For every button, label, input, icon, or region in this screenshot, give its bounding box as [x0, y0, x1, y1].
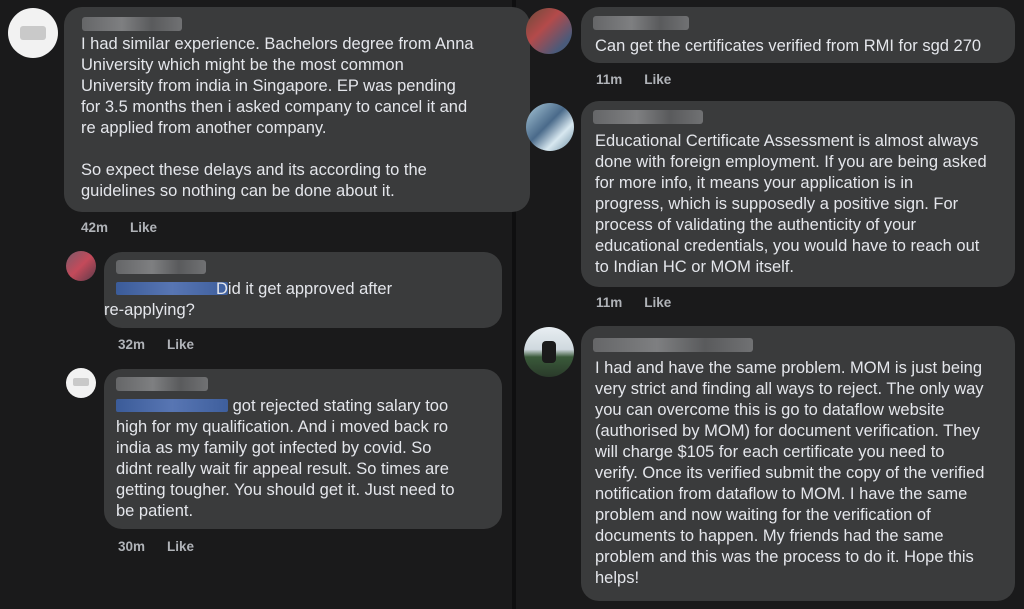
like-button[interactable]: Like [167, 539, 194, 554]
comment-time[interactable]: 30m [118, 539, 145, 554]
avatar[interactable] [524, 327, 574, 377]
comment-bubble: I had and have the same problem. MOM is … [581, 326, 1015, 601]
commenter-name-redacted[interactable] [593, 110, 703, 124]
commenter-name-redacted[interactable] [116, 260, 206, 274]
like-button[interactable]: Like [644, 295, 671, 310]
comment-actions: 32m Like [118, 337, 194, 352]
avatar[interactable] [66, 251, 96, 281]
comment-time[interactable]: 11m [596, 72, 622, 87]
comment-actions: 11m Like [596, 295, 671, 310]
commenter-name-redacted[interactable] [82, 17, 182, 31]
comment-time[interactable]: 11m [596, 295, 622, 310]
commenter-name-redacted[interactable] [593, 16, 689, 30]
comment-time[interactable]: 32m [118, 337, 145, 352]
like-button[interactable]: Like [167, 337, 194, 352]
like-button[interactable]: Like [130, 220, 157, 235]
comment-text: Did it get approved after re-applying? [104, 280, 393, 319]
comment-bubble: Can get the certificates verified from R… [581, 7, 1015, 63]
avatar[interactable] [526, 103, 574, 151]
reply-bubble: got rejected stating salary too high for… [104, 369, 502, 529]
comment-text: I had and have the same problem. MOM is … [595, 359, 985, 587]
avatar[interactable] [8, 8, 58, 58]
comment-text: Can get the certificates verified from R… [595, 37, 982, 55]
comment-actions: 30m Like [118, 539, 194, 554]
reply-bubble: Did it get approved after re-applying? [104, 252, 502, 328]
comment-text: I had similar experience. Bachelors degr… [81, 35, 474, 200]
avatar[interactable] [526, 8, 572, 54]
avatar[interactable] [66, 368, 96, 398]
comment-text: Educational Certificate Assessment is al… [595, 132, 987, 276]
comment-bubble: Educational Certificate Assessment is al… [581, 101, 1015, 287]
commenter-name-redacted[interactable] [116, 377, 208, 391]
commenter-name-redacted[interactable] [593, 338, 753, 352]
comment-actions: 11m Like [596, 72, 671, 87]
like-button[interactable]: Like [644, 72, 671, 87]
comment-actions: 42m Like [81, 220, 157, 235]
comment-text: got rejected stating salary too high for… [116, 397, 455, 520]
comment-time[interactable]: 42m [81, 220, 108, 235]
comment-bubble: I had similar experience. Bachelors degr… [64, 7, 530, 212]
